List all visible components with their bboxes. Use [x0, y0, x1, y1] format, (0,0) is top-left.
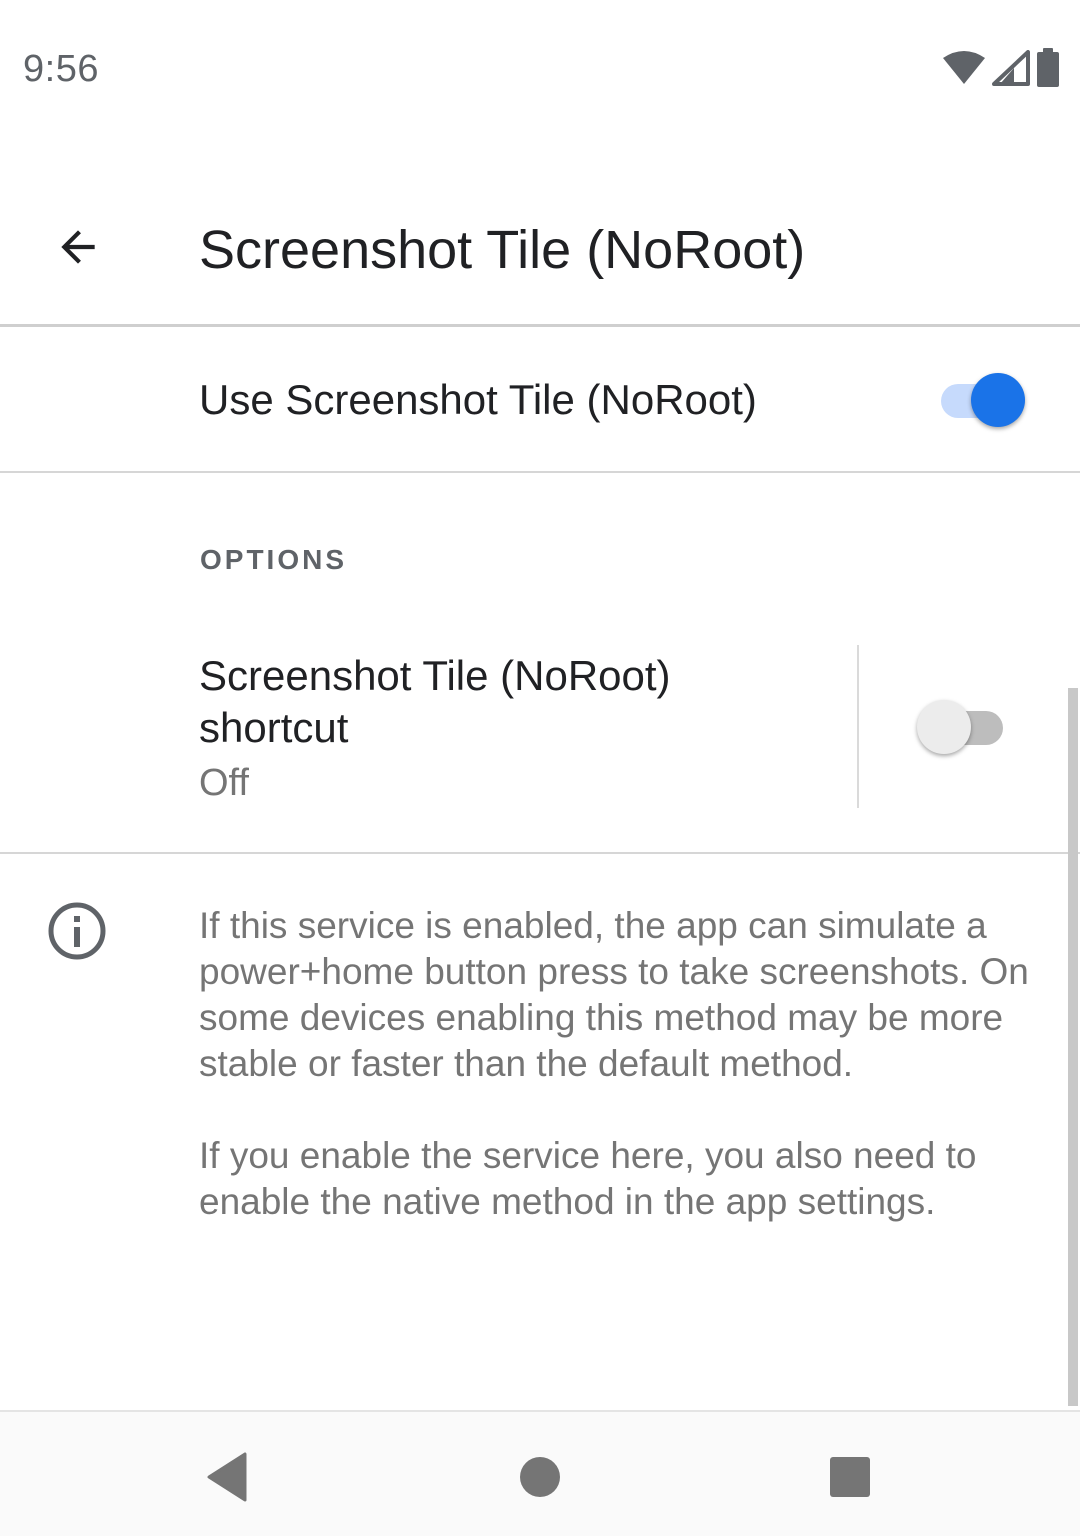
options-header: OPTIONS: [200, 544, 348, 575]
nav-bar: [0, 1410, 1080, 1536]
page-title: Screenshot Tile (NoRoot): [199, 220, 806, 280]
info-paragraph-1: If this service is enabled, the app can …: [199, 905, 1029, 1084]
status-time: 9:56: [23, 48, 99, 90]
info-icon: [48, 902, 106, 960]
back-button[interactable]: [40, 209, 116, 285]
shortcut-summary: Off: [199, 762, 249, 804]
arrow-back-icon: [61, 230, 95, 264]
scrollbar[interactable]: [1068, 688, 1078, 1406]
shortcut-row: Screenshot Tile (NoRoot) shortcut Off: [0, 620, 1080, 852]
wifi-icon: [943, 51, 985, 84]
master-switch-row[interactable]: Use Screenshot Tile (NoRoot): [0, 328, 1080, 472]
nav-recents-icon: [830, 1457, 870, 1497]
status-bar: 9:56: [0, 0, 1080, 140]
status-icons: [942, 48, 1060, 88]
shortcut-text-area[interactable]: Screenshot Tile (NoRoot) shortcut Off: [199, 650, 819, 808]
shortcut-row-divider: [0, 852, 1080, 854]
info-paragraph-2: If you enable the service here, you also…: [199, 1135, 977, 1222]
switch-thumb: [971, 373, 1025, 427]
master-switch-label: Use Screenshot Tile (NoRoot): [199, 376, 757, 423]
master-switch-toggle[interactable]: [939, 368, 1027, 428]
shortcut-switch-toggle[interactable]: [917, 695, 1005, 755]
info-text: If this service is enabled, the app can …: [199, 903, 1049, 1271]
nav-home-button[interactable]: [505, 1442, 575, 1512]
app-bar: Screenshot Tile (NoRoot): [0, 175, 1080, 325]
switch-thumb: [917, 700, 971, 754]
nav-home-icon: [520, 1457, 560, 1497]
app-bar-divider: [0, 324, 1080, 327]
master-row-divider: [0, 471, 1080, 473]
shortcut-vertical-divider: [857, 645, 859, 808]
nav-recents-button[interactable]: [815, 1442, 885, 1512]
shortcut-title: Screenshot Tile (NoRoot) shortcut: [199, 652, 671, 751]
nav-back-button[interactable]: [192, 1442, 262, 1512]
screen: 9:56 Screenshot Tile (NoRoot) Use Screen…: [0, 0, 1080, 1536]
nav-back-icon: [207, 1452, 247, 1502]
cell-signal-icon: [992, 50, 1030, 86]
battery-icon: [1037, 48, 1059, 87]
